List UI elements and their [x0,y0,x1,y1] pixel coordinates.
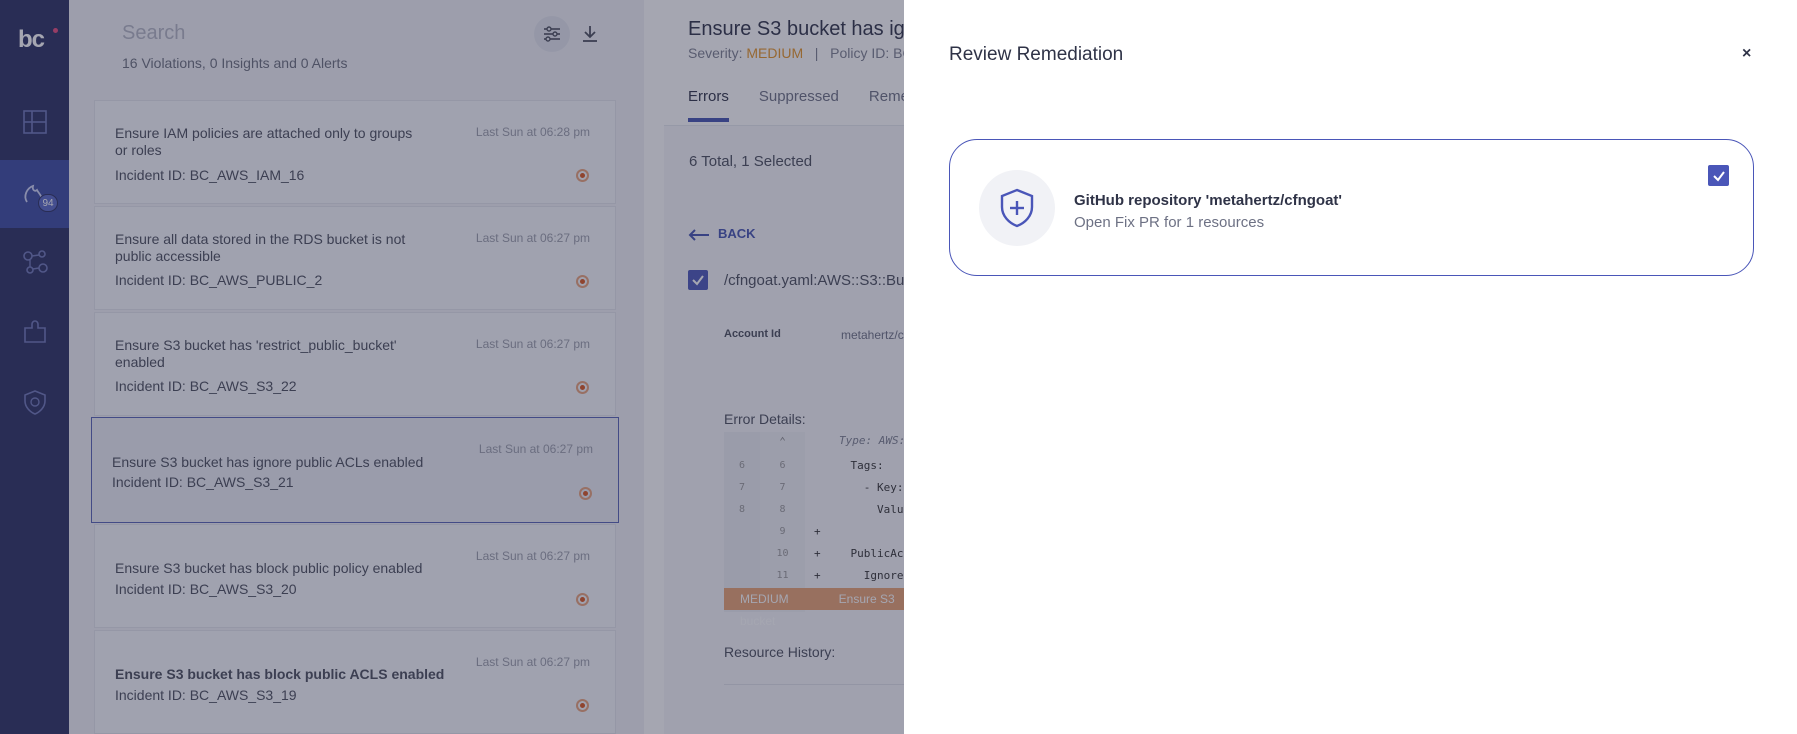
shield-icon [979,170,1055,246]
modal-backdrop[interactable] [0,0,904,734]
drawer-title: Review Remediation [949,44,1124,65]
repository-name: GitHub repository 'metahertz/cfngoat' [1074,192,1342,209]
remediation-checkbox[interactable] [1708,165,1729,186]
close-icon[interactable]: × [1742,45,1751,63]
review-remediation-drawer: Review Remediation × GitHub repository '… [904,0,1797,734]
check-icon [1712,170,1725,182]
remediation-option-card[interactable]: GitHub repository 'metahertz/cfngoat' Op… [949,139,1754,276]
remediation-action: Open Fix PR for 1 resources [1074,214,1265,231]
